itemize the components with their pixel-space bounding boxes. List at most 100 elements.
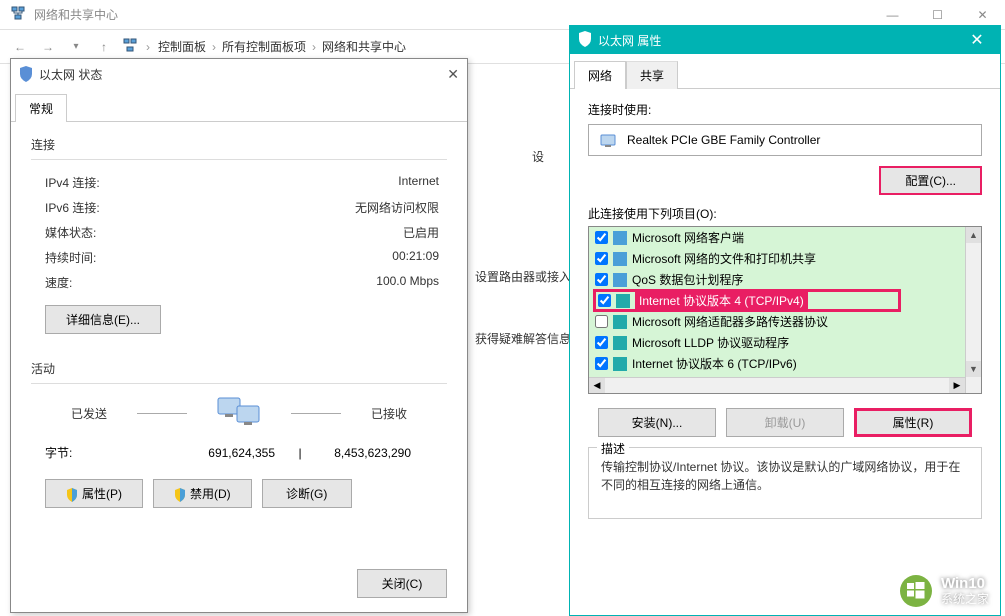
tab-strip: 常规 [11,93,467,122]
breadcrumb: 控制面板 › 所有控制面板项 › 网络和共享中心 [158,38,406,55]
speed-row: 速度: 100.0 Mbps [31,270,447,295]
ipv4-row: IPv4 连接: Internet [31,170,447,195]
divider [31,159,447,160]
watermark-text: Win10 系统之家 [941,575,989,606]
sent-label: 已发送 [71,405,107,422]
app-icon [10,5,26,24]
nav-forward-button[interactable]: → [38,37,58,57]
adapter-name: Realtek PCIe GBE Family Controller [627,133,820,147]
disable-button[interactable]: 禁用(D) [153,479,252,508]
item-checkbox[interactable] [595,336,608,349]
item-label: Microsoft 网络客户端 [632,229,744,246]
connect-using-label: 连接时使用: [588,101,982,118]
vertical-scrollbar[interactable]: ▲ ▼ [965,227,981,393]
diagnose-button[interactable]: 诊断(G) [262,479,352,508]
description-box: 描述 传输控制协议/Internet 协议。该协议是默认的广域网络协议，用于在不… [588,447,982,519]
received-label: 已接收 [371,405,407,422]
speed-value: 100.0 Mbps [376,274,439,291]
tab-general[interactable]: 常规 [15,94,67,122]
scroll-up-button[interactable]: ▲ [966,227,981,243]
item-checkbox[interactable] [595,231,608,244]
protocol-icon [613,315,627,329]
item-action-buttons: 安装(N)... 卸载(U) 属性(R) [588,408,982,437]
breadcrumb-item[interactable]: 所有控制面板项 [222,38,306,55]
dialog-body: 连接 IPv4 连接: Internet IPv6 连接: 无网络访问权限 媒体… [11,122,467,522]
divider [31,383,447,384]
bytes-received: 8,453,623,290 [325,446,439,460]
close-button[interactable]: ✕ [962,30,992,50]
watermark-subtitle: 系统之家 [941,593,989,607]
list-item[interactable]: Microsoft 网络的文件和打印机共享 [589,248,981,269]
breadcrumb-item[interactable]: 控制面板 [158,38,206,55]
details-button[interactable]: 详细信息(E)... [45,305,161,334]
properties-button[interactable]: 属性(R) [854,408,972,437]
client-icon [613,231,627,245]
speed-key: 速度: [45,274,72,291]
shield-icon [66,488,78,502]
bytes-key: 字节: [45,444,145,461]
network-items-list[interactable]: Microsoft 网络客户端 Microsoft 网络的文件和打印机共享 Qo… [588,226,982,394]
item-checkbox[interactable] [595,315,608,328]
tab-strip: 网络 共享 [570,60,1000,89]
scroll-right-button[interactable]: ▶ [949,378,965,393]
list-item-selected[interactable]: Internet 协议版本 4 (TCP/IPv4) [593,289,901,312]
nav-history-button[interactable]: ▾ [66,37,86,57]
breadcrumb-sep-icon: › [212,40,216,54]
item-label: Microsoft 网络的文件和打印机共享 [632,250,816,267]
watermark: Win10 系统之家 [899,574,989,608]
service-icon [613,252,627,266]
item-checkbox[interactable] [595,273,608,286]
description-label: 描述 [597,440,629,457]
dialog-titlebar: 以太网 状态 ✕ [11,59,467,89]
list-item[interactable]: Internet 协议版本 6 (TCP/IPv6) [589,353,981,374]
install-button[interactable]: 安装(N)... [598,408,716,437]
duration-value: 00:21:09 [392,249,439,266]
list-item[interactable]: Microsoft LLDP 协议驱动程序 [589,332,981,353]
tab-network[interactable]: 网络 [574,61,626,89]
close-button[interactable]: ✕ [447,66,459,83]
items-label: 此连接使用下列项目(O): [588,205,982,222]
tab-sharing[interactable]: 共享 [626,61,678,89]
activity-section-label: 活动 [31,360,447,377]
action-buttons: 属性(P) 禁用(D) 诊断(G) [31,465,447,508]
breadcrumb-sep-icon: › [312,40,316,54]
list-item[interactable]: QoS 数据包计划程序 [589,269,981,290]
description-text: 传输控制协议/Internet 协议。该协议是默认的广域网络协议，用于在不同的相… [601,458,969,494]
window-title: 网络和共享中心 [34,6,118,23]
horizontal-scrollbar[interactable]: ◀ ▶ [589,377,965,393]
protocol-icon [613,336,627,350]
ipv6-row: IPv6 连接: 无网络访问权限 [31,195,447,220]
item-checkbox[interactable] [598,294,611,307]
item-label: Microsoft LLDP 协议驱动程序 [632,334,789,351]
list-item[interactable]: Microsoft 网络适配器多路传送器协议 [589,311,981,332]
media-key: 媒体状态: [45,224,96,241]
configure-button[interactable]: 配置(C)... [879,166,982,195]
ipv4-value: Internet [398,174,439,191]
activity-line [137,413,187,414]
dialog-titlebar: 以太网 属性 ✕ [570,26,1000,54]
list-item[interactable]: Microsoft 网络客户端 [589,227,981,248]
dialog-title: 以太网 属性 [598,32,661,49]
ipv6-key: IPv6 连接: [45,199,100,216]
close-dialog-button[interactable]: 关闭(C) [357,569,447,598]
nav-up-button[interactable]: ↑ [94,37,114,57]
scroll-left-button[interactable]: ◀ [589,378,605,393]
protocol-icon [613,357,627,371]
item-checkbox[interactable] [595,252,608,265]
service-icon [613,273,627,287]
scroll-down-button[interactable]: ▼ [966,361,981,377]
bg-text: 设 [532,148,544,165]
watermark-logo-icon [899,574,933,608]
ethernet-properties-dialog: 以太网 属性 ✕ 网络 共享 连接时使用: Realtek PCIe GBE F… [569,25,1001,616]
breadcrumb-item[interactable]: 网络和共享中心 [322,38,406,55]
item-label: Microsoft 网络适配器多路传送器协议 [632,313,828,330]
activity-line [291,413,341,414]
bytes-sent: 691,624,355 [145,446,275,460]
monitors-icon [217,394,261,432]
network-adapter-icon [599,132,619,148]
properties-button[interactable]: 属性(P) [45,479,143,508]
ethernet-status-dialog: 以太网 状态 ✕ 常规 连接 IPv4 连接: Internet IPv6 连接… [10,58,468,613]
item-checkbox[interactable] [595,357,608,370]
nav-back-button[interactable]: ← [10,37,30,57]
duration-key: 持续时间: [45,249,96,266]
